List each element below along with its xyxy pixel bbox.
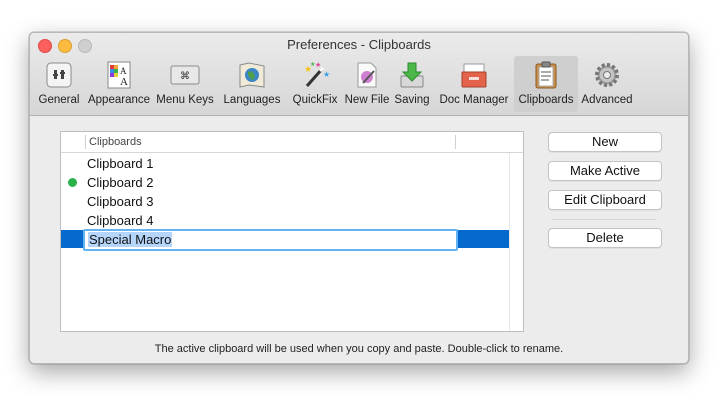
table-row[interactable]: Clipboard 1 — [61, 154, 509, 173]
svg-text:★: ★ — [315, 61, 321, 69]
general-icon — [46, 62, 72, 88]
tab-quickfix-label: QuickFix — [292, 94, 338, 106]
svg-text:A: A — [120, 66, 127, 76]
table-header: Clipboards — [61, 132, 523, 153]
button-divider — [552, 219, 656, 220]
svg-text:A: A — [120, 76, 128, 88]
tab-clipboards-label: Clipboards — [518, 94, 574, 106]
tab-new-file-label: New File — [344, 94, 390, 106]
header-divider — [85, 135, 86, 149]
column-header-clipboards[interactable]: Clipboards — [89, 136, 142, 148]
clipboard-name: Clipboard 3 — [87, 194, 154, 209]
active-indicator-icon — [68, 178, 77, 187]
tab-quickfix[interactable]: ★ ★ ★ ★ QuickFix — [286, 56, 344, 112]
tab-clipboards[interactable]: Clipboards — [514, 56, 578, 112]
window-title: Preferences - Clipboards — [287, 37, 431, 52]
advanced-icon — [595, 63, 619, 87]
clipboard-name: Clipboard 2 — [87, 175, 154, 190]
rename-field[interactable]: Special Macro — [83, 229, 458, 251]
title-bar: Preferences - Clipboards General A A App… — [30, 33, 688, 116]
tab-new-file[interactable]: New File — [342, 56, 392, 112]
preferences-window: Preferences - Clipboards General A A App… — [29, 32, 689, 364]
saving-icon — [400, 62, 424, 88]
preferences-toolbar: General A A Appearance ⌘ Menu Keys Langu… — [30, 55, 688, 113]
new-button[interactable]: New — [548, 132, 662, 152]
rename-field-text: Special Macro — [88, 232, 173, 247]
tab-general[interactable]: General — [32, 56, 86, 112]
svg-text:★: ★ — [323, 70, 330, 79]
tab-appearance[interactable]: A A Appearance — [86, 56, 152, 112]
clipboards-icon — [535, 61, 557, 89]
svg-text:⌘: ⌘ — [180, 71, 190, 82]
svg-text:★: ★ — [310, 61, 315, 68]
table-row[interactable]: Clipboard 4 — [61, 211, 509, 230]
new-file-icon — [357, 62, 377, 88]
scrollbar-track[interactable] — [509, 153, 510, 331]
table-row[interactable]: Clipboard 2 — [61, 173, 509, 192]
tab-languages[interactable]: Languages — [219, 56, 285, 112]
tab-saving[interactable]: Saving — [392, 56, 432, 112]
tab-menu-keys-label: Menu Keys — [156, 94, 214, 106]
clipboards-table[interactable]: Clipboards Clipboard 1 Clipboard 2 Clipb… — [60, 131, 524, 332]
table-row[interactable]: Clipboard 3 — [61, 192, 509, 211]
header-divider — [455, 135, 456, 149]
doc-manager-icon — [461, 63, 487, 88]
tab-advanced[interactable]: Advanced — [578, 56, 636, 112]
help-text: The active clipboard will be used when y… — [154, 343, 564, 355]
tab-advanced-label: Advanced — [581, 94, 633, 106]
table-row-selected[interactable]: Special Macro — [61, 229, 509, 251]
delete-button[interactable]: Delete — [548, 228, 662, 248]
clipboard-name: Clipboard 4 — [87, 213, 154, 228]
edit-clipboard-button[interactable]: Edit Clipboard — [548, 190, 662, 210]
clipboard-name: Clipboard 1 — [87, 156, 154, 171]
tab-saving-label: Saving — [394, 94, 430, 106]
appearance-icon: A A — [107, 61, 131, 89]
menu-keys-icon: ⌘ — [170, 65, 200, 85]
quickfix-icon: ★ ★ ★ ★ — [304, 61, 330, 87]
tab-appearance-label: Appearance — [87, 94, 151, 106]
tab-menu-keys[interactable]: ⌘ Menu Keys — [153, 56, 217, 112]
tab-doc-manager[interactable]: Doc Manager — [434, 56, 514, 112]
tab-doc-manager-label: Doc Manager — [439, 94, 509, 106]
make-active-button[interactable]: Make Active — [548, 161, 662, 181]
languages-icon — [239, 62, 265, 88]
tab-languages-label: Languages — [223, 94, 281, 106]
tab-general-label: General — [38, 94, 80, 106]
